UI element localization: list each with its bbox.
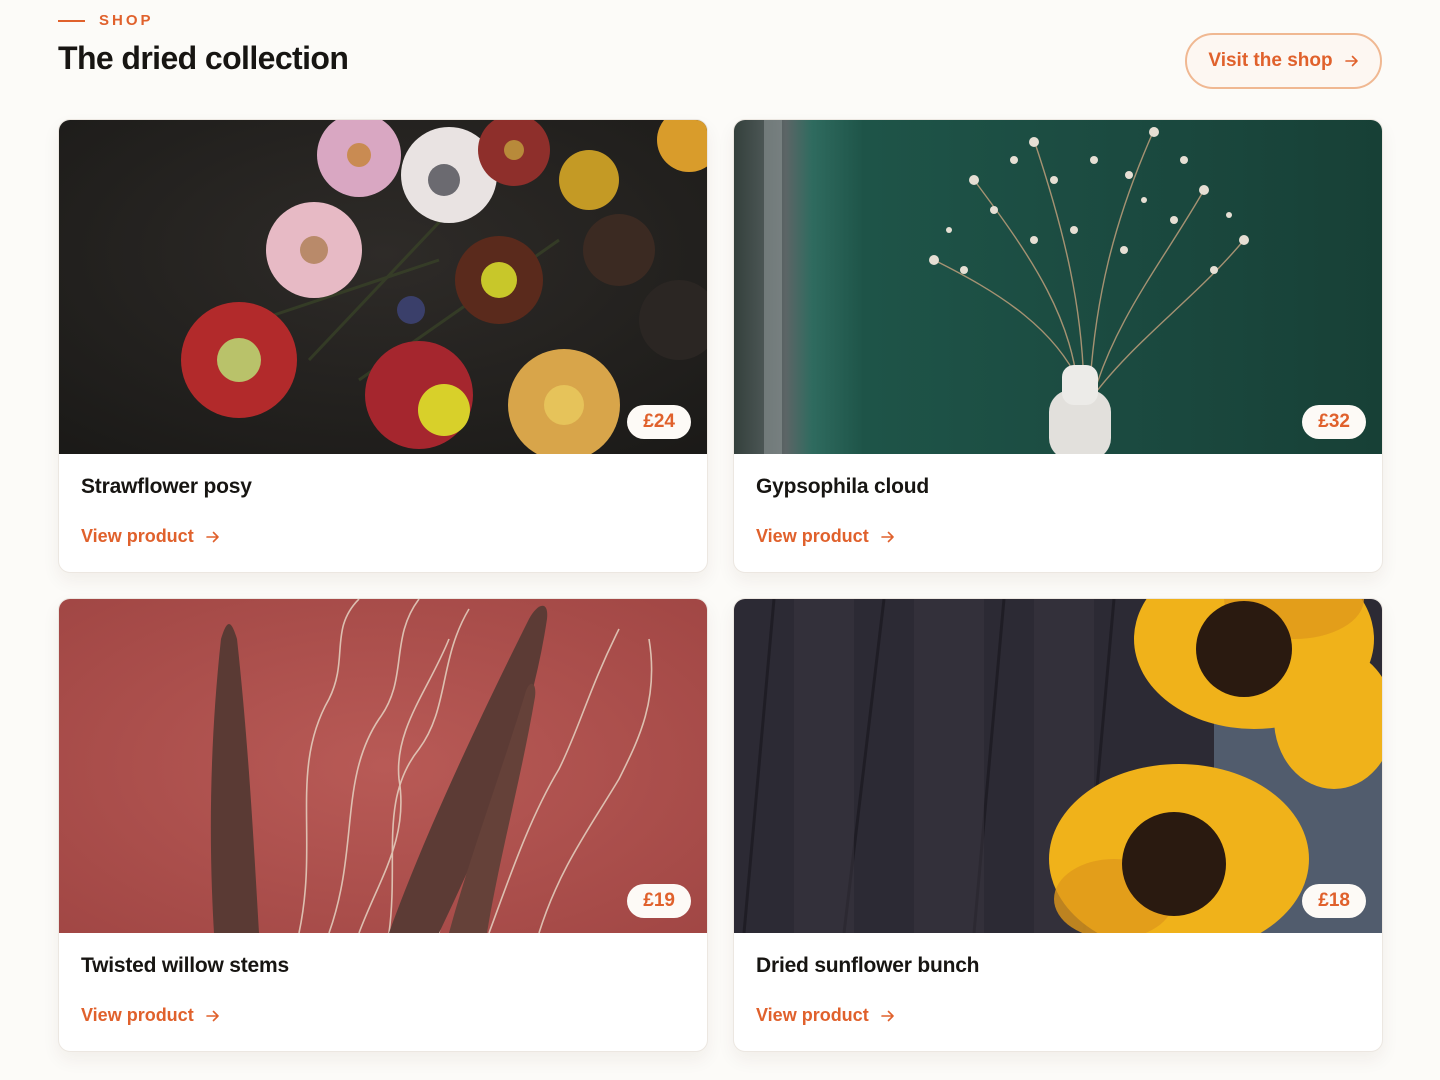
gypsophila-photo [734,120,1382,454]
visit-shop-label: Visit the shop [1208,50,1333,71]
product-card[interactable]: £24 Strawflower posy View product [58,119,708,573]
price-badge: £18 [1302,884,1366,918]
product-name: Twisted willow stems [81,954,289,977]
product-image-sunflower[interactable]: £18 [734,599,1382,933]
visit-shop-button[interactable]: Visit the shop [1185,33,1382,89]
view-product-label: View product [81,1005,194,1025]
section-header: SHOP The dried collection Visit the shop [58,0,1382,110]
arrow-right-icon [205,531,219,542]
section-title: The dried collection [58,40,349,76]
price-badge: £32 [1302,405,1366,439]
eyebrow: SHOP [58,12,154,29]
product-card[interactable]: £19 Twisted willow stems View product [58,598,708,1052]
product-card[interactable]: £18 Dried sunflower bunch View product [733,598,1383,1052]
view-product-label: View product [756,526,869,546]
product-name: Dried sunflower bunch [756,954,980,977]
arrow-right-icon [880,531,894,542]
price-badge: £19 [627,884,691,918]
eyebrow-line [58,19,85,22]
view-product-link[interactable]: View product [81,526,220,547]
product-image-willow[interactable]: £19 [59,599,707,933]
view-product-link[interactable]: View product [756,526,895,547]
arrow-right-icon [205,1010,219,1021]
product-name: Strawflower posy [81,475,252,498]
product-grid: £24 Strawflower posy View product £32 Gy… [58,119,1383,1052]
product-image-strawflower[interactable]: £24 [59,120,707,454]
sunflower-photo [734,599,1382,933]
strawflower-photo [59,120,707,454]
shop-section: SHOP The dried collection Visit the shop [0,0,1440,1080]
view-product-label: View product [756,1005,869,1025]
arrow-right-icon [1344,55,1358,67]
arrow-right-icon [880,1010,894,1021]
view-product-link[interactable]: View product [756,1005,895,1026]
view-product-link[interactable]: View product [81,1005,220,1026]
willow-photo [59,599,707,933]
product-name: Gypsophila cloud [756,475,929,498]
view-product-label: View product [81,526,194,546]
eyebrow-label: SHOP [99,12,154,29]
product-image-gypsophila[interactable]: £32 [734,120,1382,454]
product-card[interactable]: £32 Gypsophila cloud View product [733,119,1383,573]
price-badge: £24 [627,405,691,439]
